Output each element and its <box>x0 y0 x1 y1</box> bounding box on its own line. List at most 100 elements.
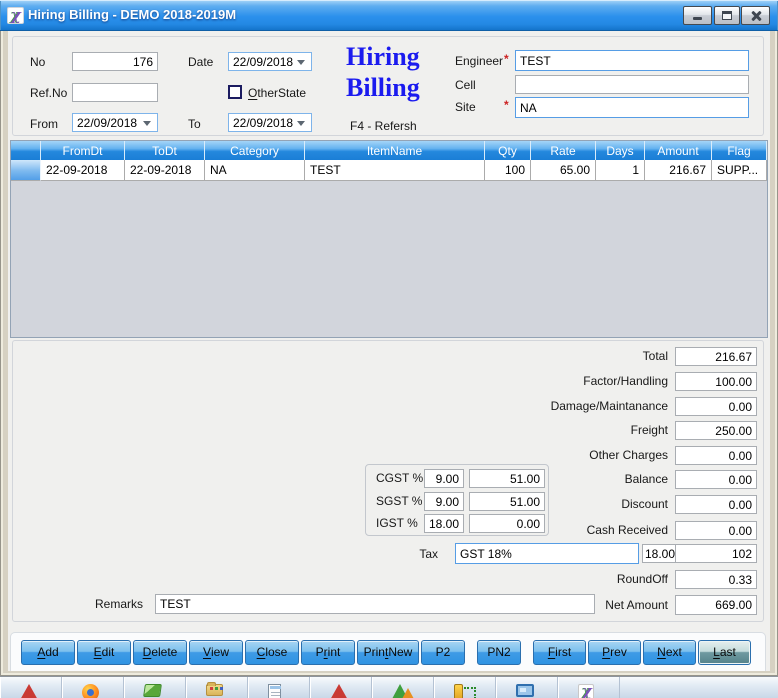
no-field[interactable]: 176 <box>72 52 158 71</box>
last-button[interactable]: Last <box>698 639 751 665</box>
engineer-field[interactable]: TEST <box>515 50 749 71</box>
factor-handling-field[interactable]: 100.00 <box>675 372 757 391</box>
site-label: Site <box>455 100 476 114</box>
column-header-todt[interactable]: ToDt <box>125 141 205 160</box>
cgst-label: CGST % <box>376 471 424 485</box>
cell-qty[interactable]: 100 <box>485 160 531 181</box>
app-name-line1: Hiring <box>346 42 420 71</box>
print-button[interactable]: Pr int <box>301 639 355 665</box>
taskbar-item-measure[interactable] <box>434 677 496 698</box>
column-header-rate[interactable]: Rate <box>531 141 596 160</box>
items-grid[interactable]: FromDt ToDt Category ItemName Qty Rate Days Amo… <box>10 140 768 338</box>
site-required-mark: * <box>504 98 509 112</box>
minimize-icon <box>693 17 702 20</box>
total-field[interactable]: 216.67 <box>675 347 757 366</box>
chevron-down-icon <box>297 120 306 130</box>
igst-rate-field[interactable]: 18.00 <box>424 514 464 533</box>
column-header-flag[interactable]: Flag <box>712 141 767 160</box>
tax-selected-value: GST 18% <box>460 546 512 561</box>
first-button[interactable]: First <box>533 639 586 665</box>
cell-days[interactable]: 1 <box>596 160 645 181</box>
app-name-line2: Billing <box>346 73 420 102</box>
close-button[interactable]: Close <box>245 639 299 665</box>
cell-todt[interactable]: 22-09-2018 <box>125 160 205 181</box>
cell-fromdt[interactable]: 22-09-2018 <box>41 160 125 181</box>
next-button[interactable]: Next <box>643 639 696 665</box>
otherstate-label[interactable]: OtherState <box>248 86 306 100</box>
column-header-qty[interactable]: Qty <box>485 141 531 160</box>
roundoff-label: RoundOff <box>616 572 668 586</box>
cgst-rate-field[interactable]: 9.00 <box>424 469 464 488</box>
taskbar[interactable] <box>0 676 778 698</box>
close-button[interactable] <box>741 6 770 25</box>
cell-amount[interactable]: 216.67 <box>645 160 712 181</box>
tax-label: Tax <box>419 547 438 561</box>
close-icon <box>750 10 762 22</box>
roundoff-field[interactable]: 0.33 <box>675 570 757 589</box>
otherstate-checkbox[interactable] <box>228 85 242 99</box>
taskbar-item-red-triangle-2[interactable] <box>310 677 372 698</box>
column-header-category[interactable]: Category <box>205 141 305 160</box>
title-bar[interactable]: Hiring Billing - DEMO 2018-2019M <box>0 0 778 31</box>
cash-received-field[interactable]: 0.00 <box>675 521 757 540</box>
tax-amount-field[interactable]: 102 <box>675 544 757 563</box>
sgst-rate-field[interactable]: 9.00 <box>424 492 464 511</box>
igst-amount-field[interactable]: 0.00 <box>469 514 545 533</box>
print-new-button[interactable]: Prin t New <box>357 639 419 665</box>
pn2-button[interactable]: PN2 <box>477 639 521 665</box>
column-header-amount[interactable]: Amount <box>645 141 712 160</box>
taskbar-item-red-triangle[interactable] <box>0 677 62 698</box>
discount-field[interactable]: 0.00 <box>675 495 757 514</box>
column-header-fromdt[interactable]: FromDt <box>41 141 125 160</box>
taskbar-item-notepad[interactable] <box>248 677 310 698</box>
p2-button[interactable]: P2 <box>421 639 465 665</box>
cell-flag[interactable]: SUPP... <box>712 160 767 181</box>
chevron-down-icon <box>143 120 151 130</box>
taskbar-item-green-share[interactable] <box>124 677 186 698</box>
net-amount-field[interactable]: 669.00 <box>675 595 757 615</box>
cell-itemname[interactable]: TEST <box>305 160 485 181</box>
balance-field[interactable]: 0.00 <box>675 470 757 489</box>
other-charges-field[interactable]: 0.00 <box>675 446 757 465</box>
action-button-bar: Add Edit Delete View Close Pr int Prin t New P2 PN… <box>10 632 766 671</box>
taskbar-item-firefox[interactable] <box>62 677 124 698</box>
minimize-button[interactable] <box>683 6 712 25</box>
row-selector[interactable] <box>11 160 41 181</box>
from-value: 22/09/2018 <box>77 115 138 130</box>
sgst-amount-field[interactable]: 51.00 <box>469 492 545 511</box>
prev-button[interactable]: Prev <box>588 639 641 665</box>
date-combobox[interactable]: 22/09/2018 <box>228 52 312 71</box>
folder-files-icon <box>206 682 223 696</box>
add-button[interactable]: Add <box>21 639 75 665</box>
column-header-days[interactable]: Days <box>596 141 645 160</box>
taskbar-item-chart[interactable] <box>372 677 434 698</box>
cell-field[interactable] <box>515 75 749 94</box>
tax-combobox[interactable]: GST 18% <box>455 543 639 564</box>
cgst-amount-field[interactable]: 51.00 <box>469 469 545 488</box>
restore-button[interactable] <box>714 6 740 25</box>
view-button[interactable]: View <box>189 639 243 665</box>
gst-groupbox: CGST % 9.00 51.00 SGST % 9.00 51.00 IGST… <box>365 464 549 536</box>
from-combobox[interactable]: 22/09/2018 <box>72 113 158 132</box>
damage-maintanance-field[interactable]: 0.00 <box>675 397 757 416</box>
remarks-label: Remarks <box>94 597 143 611</box>
grid-select-all-cell[interactable] <box>11 141 41 160</box>
cell-category[interactable]: NA <box>205 160 305 181</box>
taskbar-item-chi-app[interactable] <box>558 677 620 698</box>
from-label: From <box>30 117 58 131</box>
to-combobox[interactable]: 22/09/2018 <box>228 113 312 132</box>
site-field[interactable]: NA <box>515 97 749 118</box>
refresh-hint: F4 - Refersh <box>350 119 417 133</box>
edit-button[interactable]: Edit <box>77 639 131 665</box>
table-row[interactable]: 22-09-2018 22-09-2018 NA TEST 100 65.00 1 216.6… <box>11 160 767 181</box>
taskbar-item-display[interactable] <box>496 677 558 698</box>
column-header-itemname[interactable]: ItemName <box>305 141 485 160</box>
freight-field[interactable]: 250.00 <box>675 421 757 440</box>
sgst-label: SGST % <box>376 494 423 508</box>
chi-app-icon <box>578 682 594 698</box>
cell-rate[interactable]: 65.00 <box>531 160 596 181</box>
tax-rate-field[interactable]: 18.00 <box>642 544 678 563</box>
taskbar-item-folder-files[interactable] <box>186 677 248 698</box>
refno-field[interactable] <box>72 83 158 102</box>
delete-button[interactable]: Delete <box>133 639 187 665</box>
